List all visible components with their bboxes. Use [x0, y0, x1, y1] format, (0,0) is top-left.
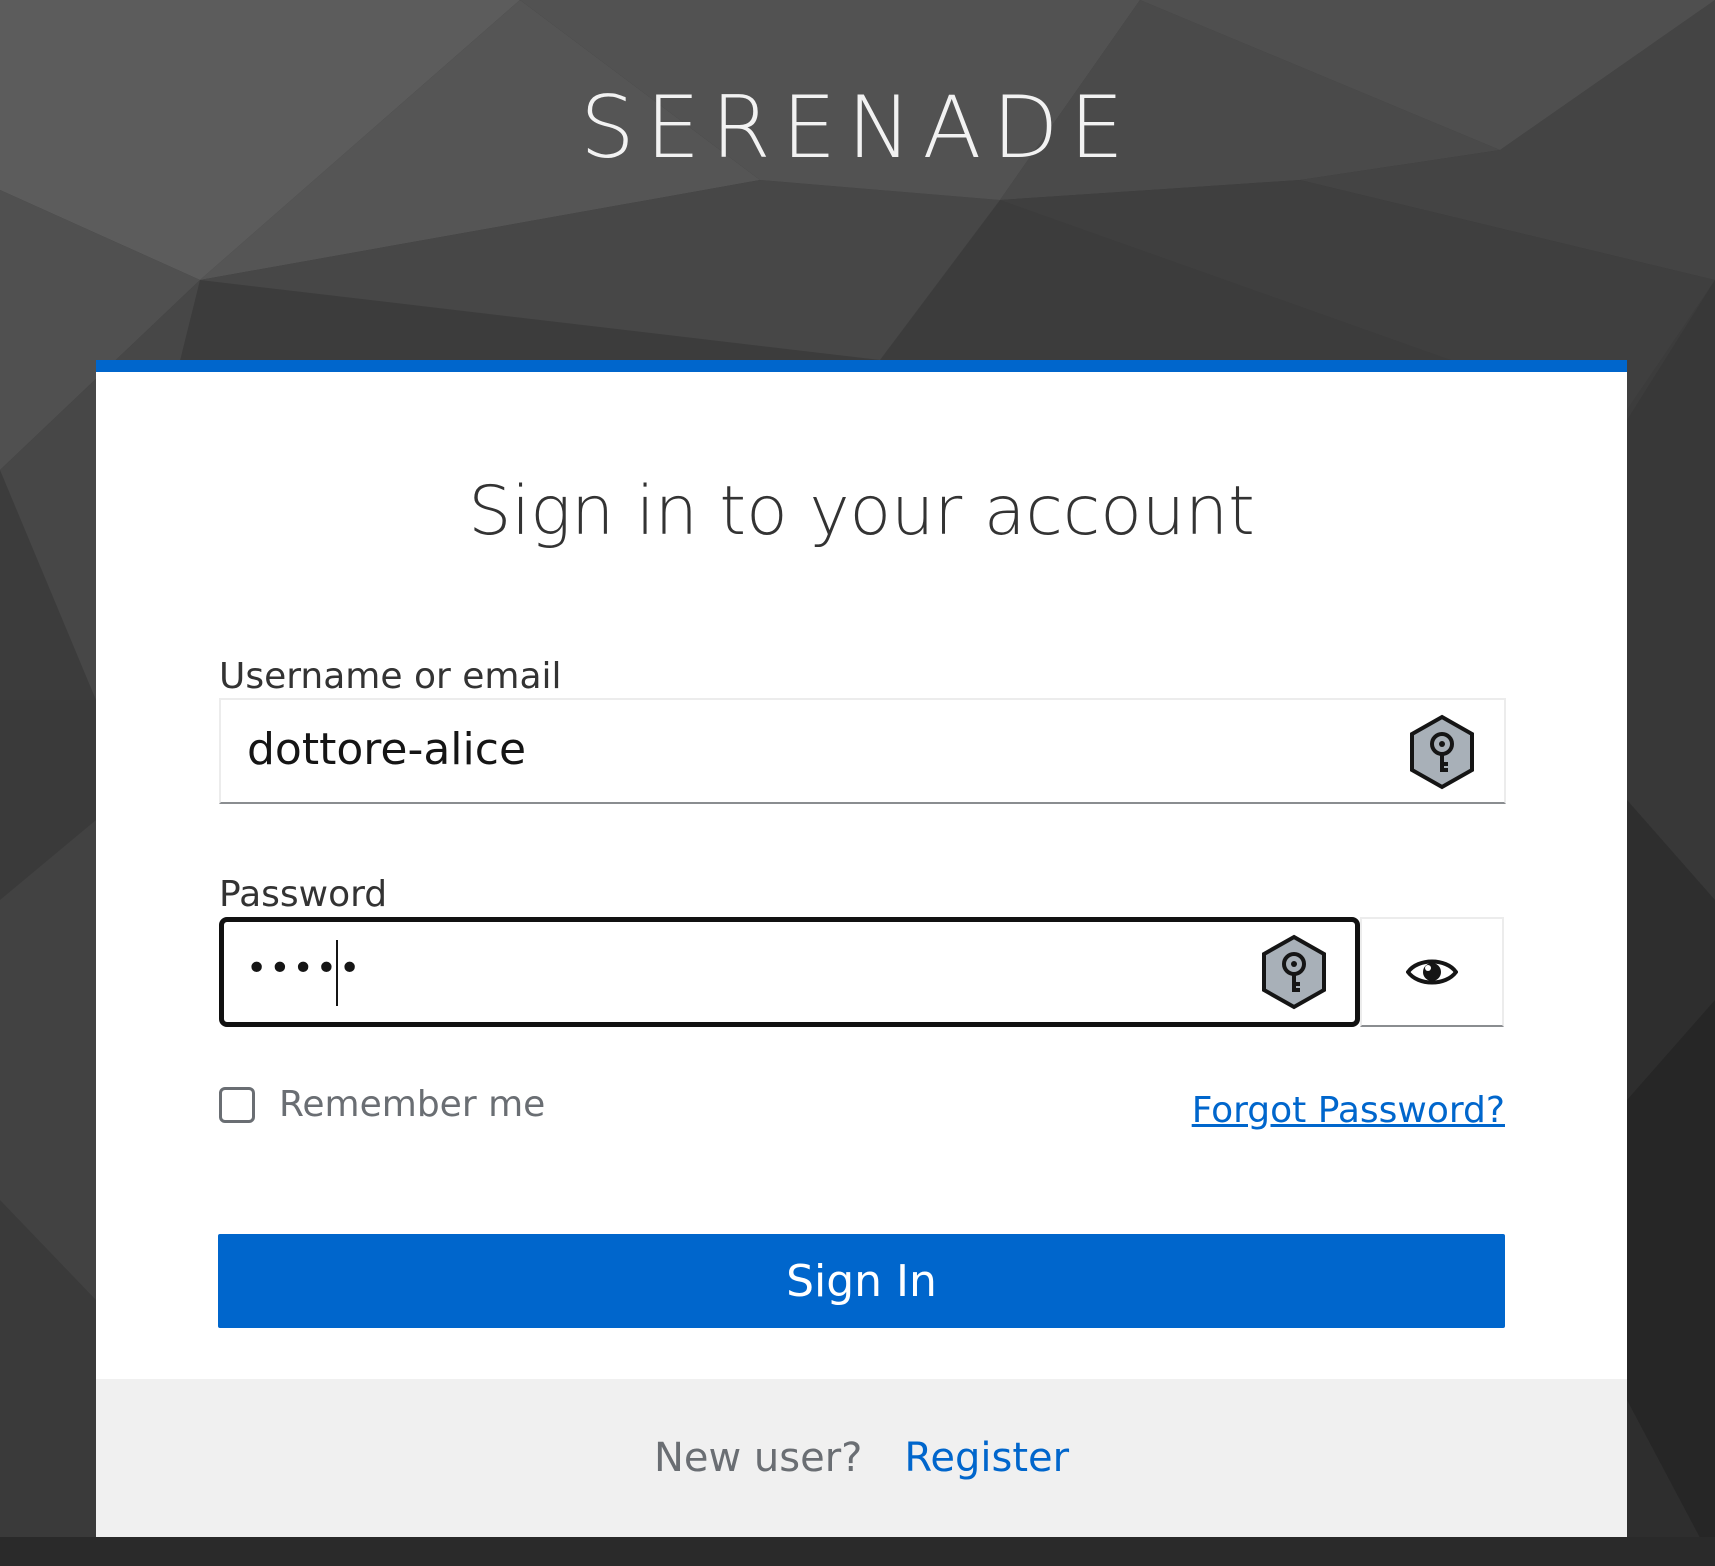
remember-me-checkbox[interactable] — [219, 1086, 255, 1123]
username-value: dottore-alice — [247, 724, 527, 775]
username-input[interactable]: dottore-alice — [219, 698, 1506, 804]
password-value: ••••• — [246, 948, 363, 989]
remember-me[interactable]: Remember me — [219, 1084, 545, 1125]
brand-logo-text: SERENADE — [580, 78, 1135, 178]
remember-me-label[interactable]: Remember me — [279, 1084, 545, 1125]
page-title: Sign in to your account — [468, 472, 1255, 551]
card-footer: New user? Register — [96, 1379, 1627, 1537]
eye-icon — [1406, 959, 1458, 985]
register-link[interactable]: Register — [904, 1435, 1069, 1481]
forgot-password-link[interactable]: Forgot Password? — [1192, 1090, 1505, 1131]
password-manager-key-icon[interactable] — [1258, 934, 1330, 1010]
new-user-text: New user? — [653, 1435, 863, 1481]
password-input[interactable]: ••••• — [219, 917, 1360, 1027]
username-label: Username or email — [219, 656, 562, 697]
sign-in-button[interactable]: Sign In — [218, 1234, 1505, 1328]
password-manager-key-icon[interactable] — [1406, 714, 1478, 790]
show-password-button[interactable] — [1360, 917, 1504, 1027]
text-cursor — [336, 940, 338, 1006]
password-label: Password — [219, 874, 388, 915]
login-card: Sign in to your account Username or emai… — [96, 360, 1627, 1537]
